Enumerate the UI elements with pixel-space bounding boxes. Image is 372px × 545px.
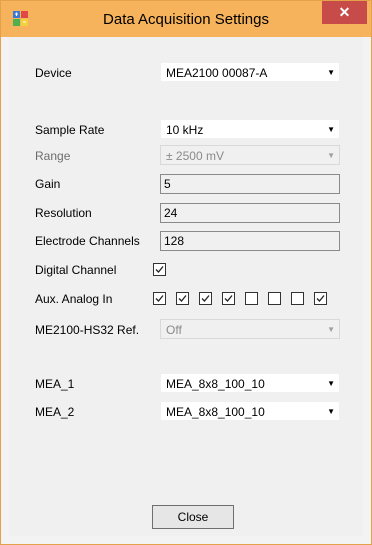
gain-field: 5 [160,174,340,194]
digital-channel-checkbox[interactable] [153,263,166,276]
resolution-label: Resolution [35,206,92,220]
hs32-ref-select: Off ▼ [160,319,340,339]
chevron-down-icon: ▼ [327,379,335,388]
window-title: Data Acquisition Settings [103,11,269,28]
hs32-ref-label: ME2100-HS32 Ref. [35,323,140,337]
hs32-ref-value: Off [166,323,182,337]
chevron-down-icon: ▼ [327,325,335,334]
device-label: Device [35,66,72,80]
range-select: ± 2500 mV ▼ [160,145,340,165]
close-window-button[interactable]: ✕ [322,1,367,24]
aux-analog-checkbox-3[interactable] [199,292,212,305]
gain-label: Gain [35,177,61,191]
resolution-value: 24 [164,206,178,220]
close-icon: ✕ [338,4,351,20]
mea1-select[interactable]: MEA_8x8_100_10 ▼ [160,373,340,393]
digital-channel-label: Digital Channel [35,263,117,277]
electrode-channels-field: 128 [160,231,340,251]
aux-analog-checkbox-5[interactable] [245,292,258,305]
sample-rate-value: 10 kHz [166,123,204,137]
close-button[interactable]: Close [152,505,234,529]
aux-analog-label: Aux. Analog In [35,292,113,306]
checkmark-icon [178,295,187,302]
checkmark-icon [201,295,210,302]
device-value: MEA2100 00087-A [166,66,268,80]
gain-value: 5 [164,177,171,191]
title-bar[interactable]: Data Acquisition Settings ✕ [1,1,371,37]
aux-analog-checkbox-7[interactable] [291,292,304,305]
checkmark-icon [155,266,164,273]
dialog-window: Data Acquisition Settings ✕ Device MEA21… [0,0,372,545]
checkmark-icon [224,295,233,302]
aux-analog-checkbox-1[interactable] [153,292,166,305]
sample-rate-label: Sample Rate [35,123,105,137]
device-select[interactable]: MEA2100 00087-A ▼ [160,62,340,82]
aux-analog-checkbox-2[interactable] [176,292,189,305]
sample-rate-select[interactable]: 10 kHz ▼ [160,119,340,139]
aux-analog-checkbox-8[interactable] [314,292,327,305]
aux-analog-checkbox-4[interactable] [222,292,235,305]
chevron-down-icon: ▼ [327,407,335,416]
range-value: ± 2500 mV [166,149,224,163]
aux-analog-checkbox-6[interactable] [268,292,281,305]
mea2-select[interactable]: MEA_8x8_100_10 ▼ [160,401,340,421]
settings-panel: Device MEA2100 00087-A ▼ Sample Rate 10 … [9,37,363,536]
mea1-value: MEA_8x8_100_10 [166,377,265,391]
mea2-value: MEA_8x8_100_10 [166,405,265,419]
chevron-down-icon: ▼ [327,68,335,77]
chevron-down-icon: ▼ [327,125,335,134]
resolution-field: 24 [160,203,340,223]
checkmark-icon [155,295,164,302]
electrode-channels-label: Electrode Channels [35,234,140,248]
mea1-label: MEA_1 [35,377,75,391]
checkmark-icon [316,295,325,302]
chevron-down-icon: ▼ [327,151,335,160]
electrode-channels-value: 128 [164,234,185,248]
mea2-label: MEA_2 [35,405,75,419]
range-label: Range [35,149,71,163]
